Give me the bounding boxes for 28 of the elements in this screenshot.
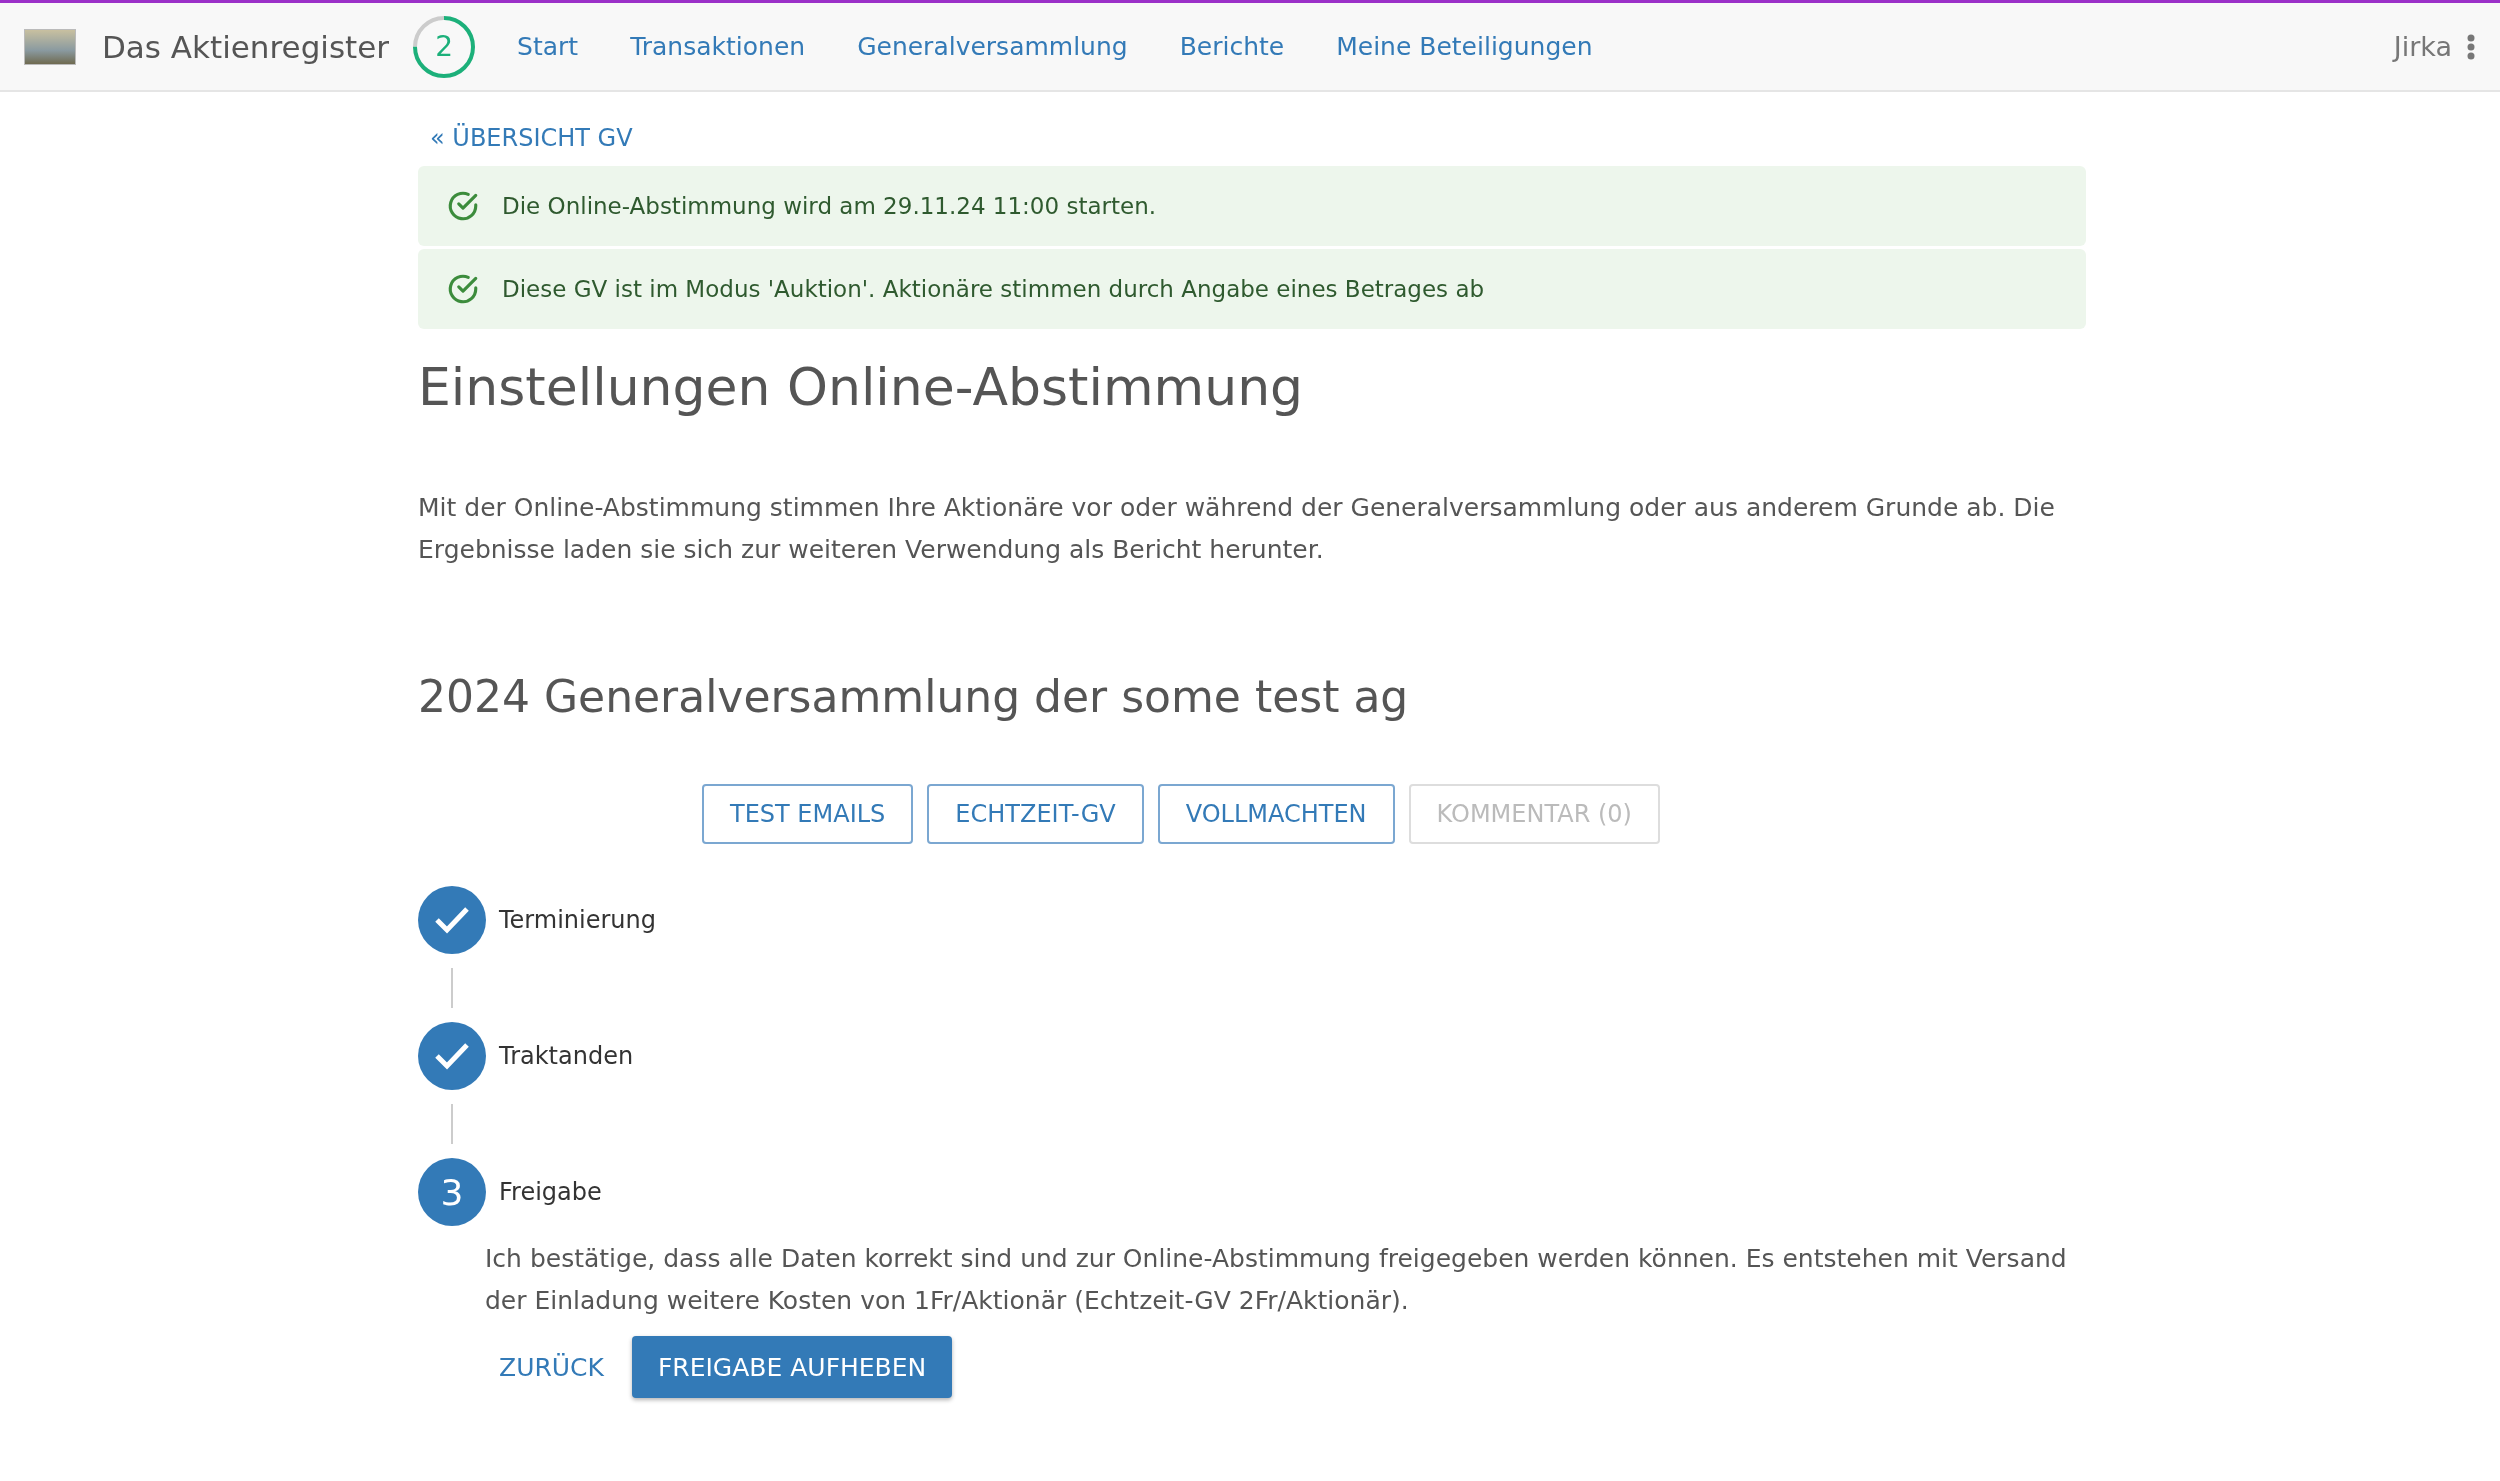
progress-count: 2 xyxy=(434,29,454,65)
check-circle-icon xyxy=(446,272,480,306)
nav-link[interactable]: Berichte xyxy=(1179,32,1285,61)
check-circle-icon xyxy=(446,189,480,223)
step-label: Terminierung xyxy=(499,906,656,934)
revoke-release-button[interactable]: FREIGABE AUFHEBEN xyxy=(631,1336,953,1398)
nav-link[interactable]: Meine Beteiligungen xyxy=(1336,32,1593,61)
page-title: Einstellungen Online-Abstimmung xyxy=(418,357,1305,417)
step-number: 3 xyxy=(418,1158,486,1226)
more-menu-icon[interactable] xyxy=(2466,33,2476,60)
brand-name: Das Aktienregister xyxy=(102,28,390,65)
back-button[interactable]: ZURÜCK xyxy=(485,1352,604,1382)
alert-text: Die Online-Abstimmung wird am 29.11.24 11:00 starten. xyxy=(502,193,1157,219)
confirmation-text: Ich bestätige, dass alle Daten korrekt sind und zur Online-Abstimmung freigegeben werden können. Es entstehen mit Versand der Einladung weitere Kosten von 1Fr/Aktionär (Echtzeit-GV 2Fr/Aktionär). xyxy=(485,1243,2068,1317)
step-label: Freigabe xyxy=(499,1178,602,1206)
user-name[interactable]: Jirka xyxy=(2393,31,2452,62)
intro-text: Mit der Online-Abstimmung stimmen Ihre Aktionäre vor oder während der Generalversammlung oder aus anderem Grunde ab. Die Ergebnisse laden sie sich zur weiteren Verwendung als Bericht herunter. xyxy=(418,492,2056,566)
logo-picture xyxy=(24,28,76,65)
toolbar-button[interactable]: VOLLMACHTEN xyxy=(1157,784,1395,844)
back-link[interactable]: « ÜBERSICHT GV xyxy=(430,124,633,152)
alert-text: Diese GV ist im Modus 'Auktion'. Aktionäre stimmen durch Angabe eines Betrages ab xyxy=(502,276,1485,302)
nav-link[interactable]: Transaktionen xyxy=(630,32,806,61)
nav-link[interactable]: Generalversammlung xyxy=(857,32,1128,61)
section-title: 2024 Generalversammlung der some test ag xyxy=(418,671,1410,722)
toolbar-button[interactable]: ECHTZEIT-GV xyxy=(927,784,1144,844)
toolbar-button[interactable]: TEST EMAILS xyxy=(702,784,914,844)
step-label: Traktanden xyxy=(499,1042,634,1070)
nav-link[interactable]: Start xyxy=(517,32,579,61)
